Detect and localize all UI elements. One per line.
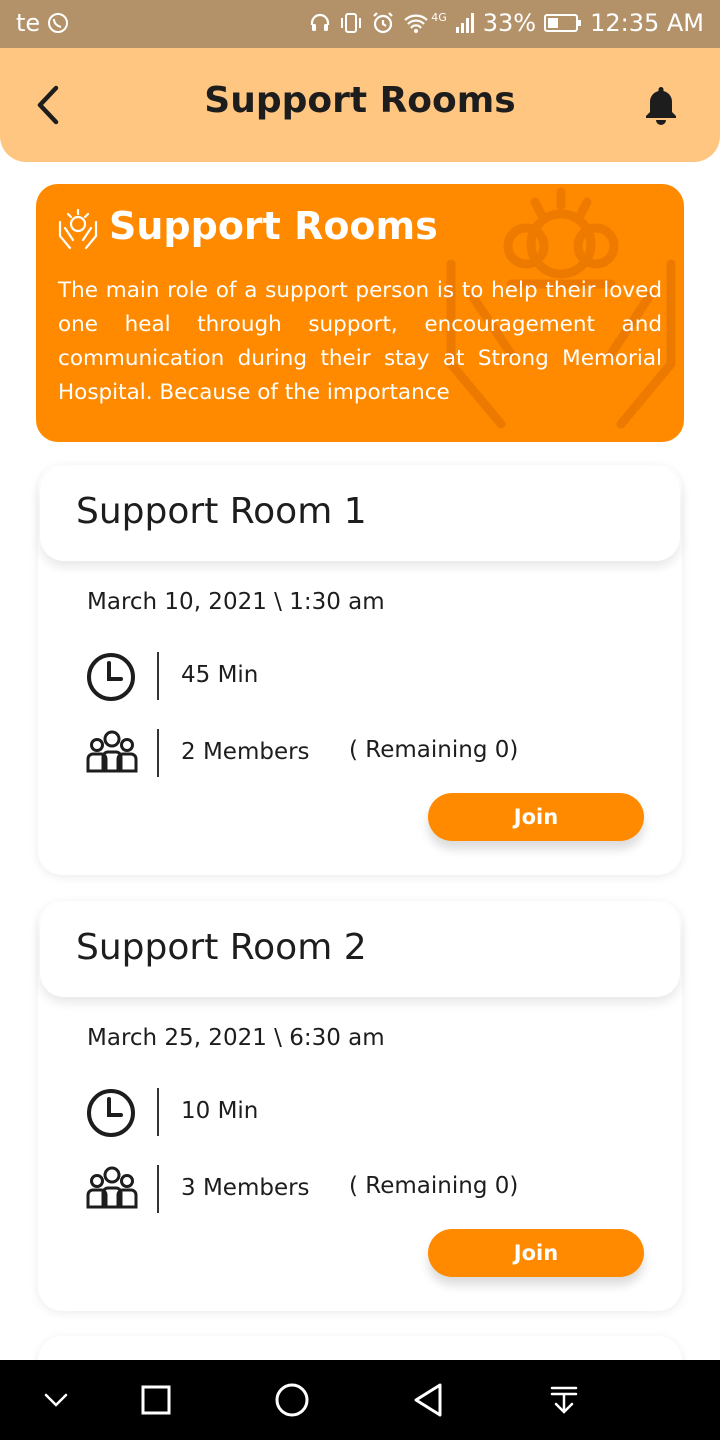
hands-heart-icon xyxy=(58,208,98,250)
room-card-header: Support Room 1 xyxy=(40,467,680,561)
circle-icon[interactable] xyxy=(270,1378,314,1422)
chevron-down-icon[interactable] xyxy=(34,1378,78,1422)
divider xyxy=(157,1088,159,1136)
carrier-text: te xyxy=(16,9,41,37)
clock-icon xyxy=(87,653,135,701)
room-card: Support Room 2 March 25, 2021 \ 6:30 am … xyxy=(38,901,682,1311)
app-bar: Support Rooms xyxy=(0,48,720,162)
divider xyxy=(157,1165,159,1213)
room-name: Support Room 2 xyxy=(76,927,367,968)
room-date: March 10, 2021 \ 1:30 am xyxy=(87,589,385,615)
system-nav-bar xyxy=(0,1360,720,1440)
battery-icon xyxy=(544,14,582,32)
headset-icon xyxy=(311,13,330,31)
clock-icon xyxy=(87,1089,135,1137)
download-icon[interactable] xyxy=(542,1378,586,1422)
duration-row: 10 Min xyxy=(85,1086,645,1140)
divider xyxy=(157,652,159,700)
group-icon xyxy=(86,1166,138,1209)
join-button[interactable]: Join xyxy=(428,1229,644,1277)
banner-description: The main role of a support person is to … xyxy=(58,278,662,405)
members-row: 3 Members ( Remaining 0) xyxy=(85,1163,645,1217)
room-date: March 25, 2021 \ 6:30 am xyxy=(87,1025,385,1051)
members-row: 2 Members ( Remaining 0) xyxy=(85,727,645,781)
triangle-back-icon[interactable] xyxy=(406,1378,450,1422)
square-icon[interactable] xyxy=(134,1378,178,1422)
join-button[interactable]: Join xyxy=(428,793,644,841)
group-icon xyxy=(86,730,138,773)
room-remaining: ( Remaining 0) xyxy=(349,1173,519,1199)
divider xyxy=(157,729,159,777)
room-members: 3 Members xyxy=(181,1175,310,1201)
room-card-header: Support Room 2 xyxy=(40,903,680,997)
page-title: Support Rooms xyxy=(204,80,516,121)
room-duration: 10 Min xyxy=(181,1098,259,1124)
vibrate-icon xyxy=(341,13,362,33)
alarm-icon xyxy=(373,12,393,34)
bell-icon[interactable] xyxy=(642,84,680,126)
room-duration: 45 Min xyxy=(181,662,259,688)
whatsapp-icon xyxy=(48,13,69,33)
clock: 12:35 AM xyxy=(590,9,704,37)
support-rooms-banner: Support Rooms The main role of a support… xyxy=(36,184,684,442)
room-card: Support Room 1 March 10, 2021 \ 1:30 am … xyxy=(38,465,682,875)
room-remaining: ( Remaining 0) xyxy=(349,737,519,763)
room-name: Support Room 1 xyxy=(76,491,367,532)
wifi-icon xyxy=(404,14,428,33)
battery-percent: 33% xyxy=(482,9,537,37)
signal-icon xyxy=(455,13,474,33)
network-type: 4G xyxy=(431,10,447,24)
room-members: 2 Members xyxy=(181,739,310,765)
status-bar: te 4G 33% 12:35 AM xyxy=(0,0,720,48)
banner-title: Support Rooms xyxy=(109,204,438,248)
duration-row: 45 Min xyxy=(85,650,645,704)
